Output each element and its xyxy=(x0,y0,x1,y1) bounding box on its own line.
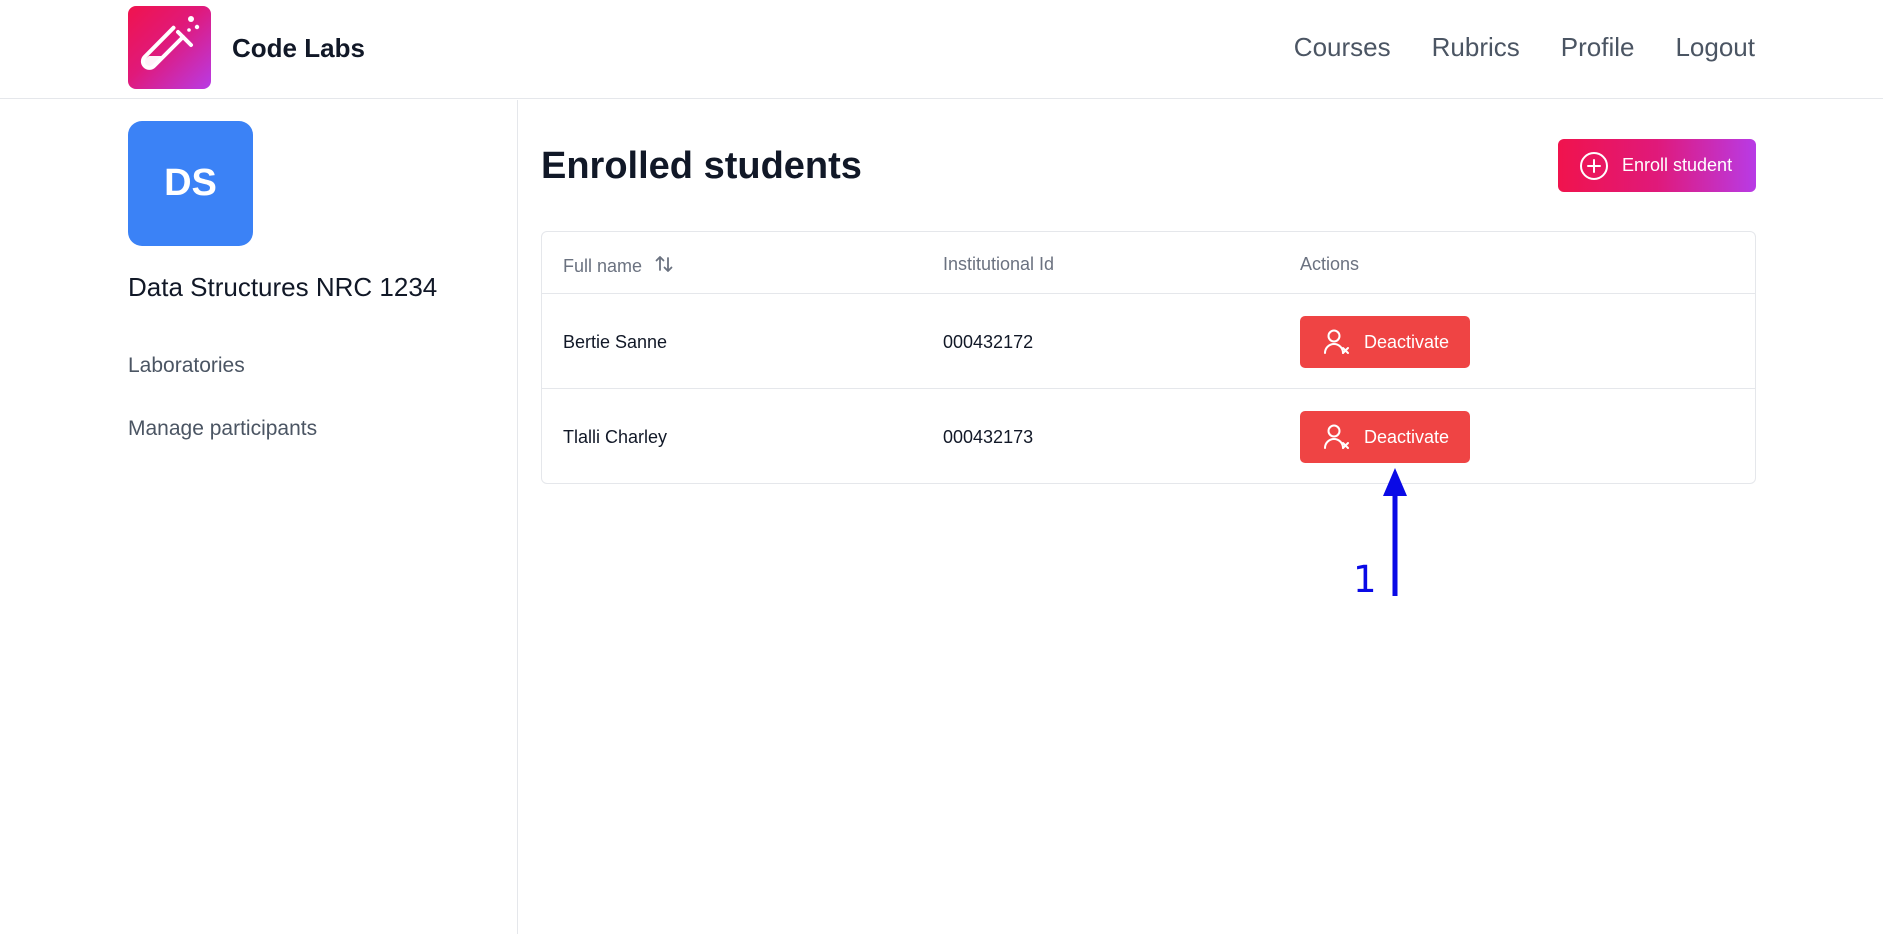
student-id: 000432172 xyxy=(943,332,1034,352)
course-name: Data Structures NRC 1234 xyxy=(128,272,438,302)
course-avatar: DS xyxy=(128,121,253,246)
nav-profile[interactable]: Profile xyxy=(1561,32,1635,63)
enroll-student-button[interactable]: Enroll student xyxy=(1558,139,1756,192)
plus-circle-icon xyxy=(1579,151,1609,181)
course-sidebar: DS Data Structures NRC 1234 Laboratories… xyxy=(0,100,518,934)
enroll-student-label: Enroll student xyxy=(1622,155,1733,175)
page-title: Enrolled students xyxy=(541,145,862,187)
top-header: Code Labs Courses Rubrics Profile Logout xyxy=(0,0,1883,99)
annotation-arrow xyxy=(1383,468,1407,596)
annotation-label: 1 xyxy=(1353,558,1377,601)
brand-name[interactable]: Code Labs xyxy=(232,33,365,64)
nav-courses[interactable]: Courses xyxy=(1294,32,1391,63)
test-tube-icon xyxy=(140,16,200,70)
sidebar-item-laboratories[interactable]: Laboratories xyxy=(128,354,245,378)
student-name: Tlalli Charley xyxy=(563,427,668,447)
user-remove-icon xyxy=(1322,327,1352,357)
deactivate-label: Deactivate xyxy=(1364,426,1450,447)
nav-logout[interactable]: Logout xyxy=(1675,32,1755,63)
app-logo[interactable] xyxy=(128,6,211,89)
main-nav: Courses Rubrics Profile Logout xyxy=(1294,32,1755,63)
deactivate-label: Deactivate xyxy=(1364,331,1450,352)
deactivate-button[interactable]: Deactivate xyxy=(1300,411,1470,463)
table-row: Bertie Sanne 000432172 Deactivate xyxy=(542,294,1755,389)
table-header: Full name Institutional Id Actions xyxy=(542,232,1755,294)
students-table: Full name Institutional Id Actions Berti… xyxy=(541,231,1756,484)
student-id: 000432173 xyxy=(943,427,1034,447)
student-name: Bertie Sanne xyxy=(563,332,668,352)
table-row: Tlalli Charley 000432173 Deactivate xyxy=(542,389,1755,483)
sort-icon[interactable] xyxy=(654,254,674,279)
deactivate-button[interactable]: Deactivate xyxy=(1300,316,1470,368)
column-institutional-id: Institutional Id xyxy=(943,254,1055,274)
nav-rubrics[interactable]: Rubrics xyxy=(1432,32,1520,63)
column-actions: Actions xyxy=(1300,254,1360,274)
column-full-name[interactable]: Full name xyxy=(563,254,674,279)
sidebar-item-manage-participants[interactable]: Manage participants xyxy=(128,417,317,441)
user-remove-icon xyxy=(1322,422,1352,452)
column-full-name-label: Full name xyxy=(563,256,643,276)
